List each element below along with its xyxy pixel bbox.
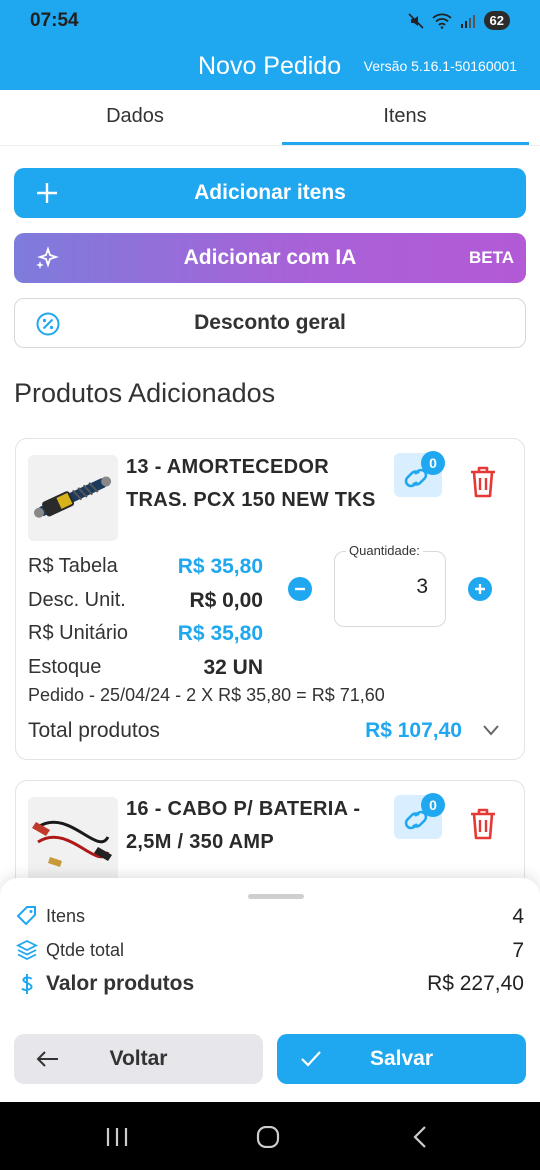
general-discount-label: Desconto geral (194, 311, 346, 334)
tab-dados[interactable]: Dados (0, 90, 270, 146)
stock-value: 32 UN (203, 656, 263, 679)
add-with-ai-label: Adicionar com IA (183, 246, 357, 269)
app-version: Versão 5.16.1-50160001 (363, 58, 517, 74)
section-title: Produtos Adicionados (14, 378, 276, 408)
quantity-value[interactable]: 3 (334, 575, 428, 599)
product-name: 13 - AMORTECEDOR TRAS. PCX 150 NEW TKS (126, 456, 376, 511)
increase-quantity-button[interactable] (468, 577, 492, 601)
tag-icon (16, 906, 36, 926)
status-time: 07:54 (30, 10, 79, 31)
dollar-icon (21, 974, 33, 994)
unit-discount-label: Desc. Unit. (28, 589, 126, 611)
percent-icon (36, 312, 60, 336)
back-button[interactable]: Voltar (14, 1034, 263, 1084)
add-items-button[interactable]: Adicionar itens (14, 168, 526, 218)
layers-icon (16, 939, 38, 961)
drag-handle[interactable] (248, 894, 304, 899)
total-products-label: Total produtos (28, 719, 160, 742)
plus-icon (37, 183, 57, 203)
trash-icon[interactable] (468, 465, 498, 499)
mute-icon (407, 12, 424, 29)
general-discount-button[interactable]: Desconto geral (14, 298, 526, 348)
summary-items-value: 4 (512, 905, 524, 928)
product-image (28, 455, 118, 541)
total-products-value: R$ 107,40 (365, 719, 462, 742)
save-label: Salvar (369, 1047, 434, 1070)
plus-icon (475, 584, 485, 594)
back-nav-icon[interactable] (410, 1126, 430, 1148)
link-count-badge: 0 (421, 451, 445, 475)
tab-active-indicator (282, 142, 529, 145)
status-icons: 62 (407, 11, 510, 30)
unit-discount-value: R$ 0,00 (189, 589, 263, 612)
unit-price-label: R$ Unitário (28, 622, 129, 644)
back-label: Voltar (109, 1047, 168, 1070)
wifi-icon (431, 13, 452, 29)
home-icon[interactable] (256, 1126, 280, 1148)
summary-value-label: Valor produtos (46, 972, 195, 995)
minus-icon (295, 587, 305, 591)
decrease-quantity-button[interactable] (288, 577, 312, 601)
status-bar: 07:54 62 (0, 0, 540, 44)
product-card: 13 - AMORTECEDOR TRAS. PCX 150 NEW TKS 0… (15, 438, 525, 760)
recent-apps-icon[interactable] (104, 1126, 130, 1148)
order-history-line: Pedido - 25/04/24 - 2 X R$ 35,80 = R$ 71… (28, 685, 385, 705)
beta-badge: BETA (468, 248, 514, 267)
stock-label: Estoque (28, 656, 102, 678)
add-with-ai-button[interactable]: Adicionar com IA BETA (14, 233, 526, 283)
battery-indicator: 62 (483, 11, 510, 30)
signal-icon (460, 14, 475, 28)
page-title: Novo Pedido (198, 52, 342, 80)
summary-qty-label: Qtde total (46, 940, 125, 960)
chevron-down-icon[interactable] (482, 723, 500, 737)
tab-itens[interactable]: Itens (270, 90, 540, 146)
summary-qty-value: 7 (512, 939, 524, 962)
system-nav-bar (0, 1102, 540, 1170)
summary-sheet: Itens 4 Qtde total 7 Valor produtos R$ 2… (0, 878, 540, 1102)
app-bar: Novo Pedido Versão 5.16.1-50160001 (0, 44, 540, 90)
summary-items-label: Itens (46, 906, 86, 926)
trash-icon[interactable] (468, 807, 498, 841)
product-name: 16 - CABO P/ BATERIA - 2,5M / 350 AMP (126, 798, 361, 853)
summary-value-value: R$ 227,40 (427, 972, 524, 995)
link-count-badge: 0 (421, 793, 445, 817)
tab-bar: Dados Itens (0, 90, 540, 146)
table-price-label: R$ Tabela (28, 555, 118, 577)
arrow-left-icon (36, 1051, 58, 1067)
sparkles-icon (36, 246, 59, 269)
table-price-value: R$ 35,80 (177, 555, 263, 578)
quantity-label: Quantidade: (346, 543, 423, 558)
product-image (28, 797, 118, 883)
save-button[interactable]: Salvar (277, 1034, 526, 1084)
check-icon (301, 1051, 321, 1067)
add-items-label: Adicionar itens (194, 181, 346, 204)
unit-price-value: R$ 35,80 (177, 622, 263, 645)
